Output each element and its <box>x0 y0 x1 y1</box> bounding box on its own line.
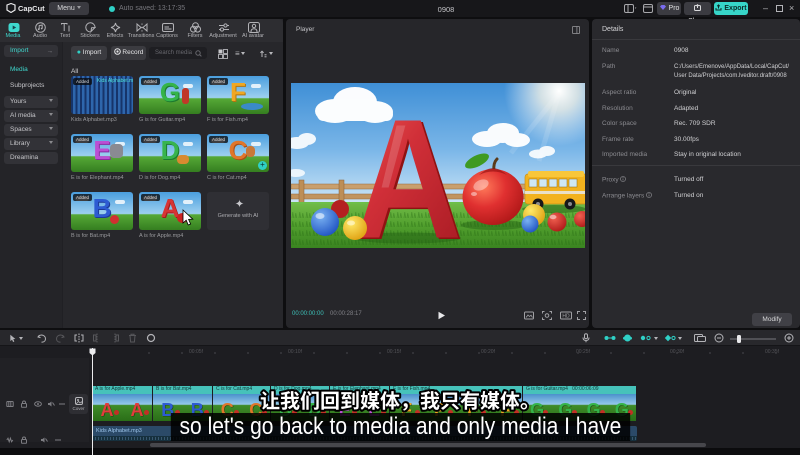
svg-text:A: A <box>354 84 462 248</box>
svg-text:HD: HD <box>562 314 570 320</box>
